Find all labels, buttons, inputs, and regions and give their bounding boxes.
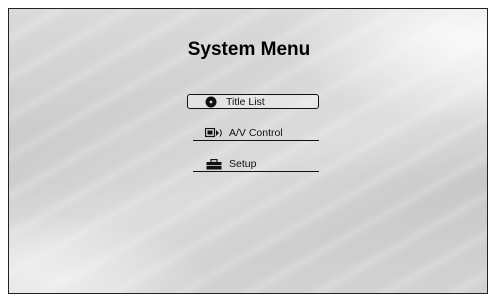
menu-item-title-list[interactable]: Title List [187,94,319,109]
toolbox-icon [203,158,225,170]
disc-icon [200,96,222,108]
av-control-icon [203,127,225,139]
menu-item-setup[interactable]: Setup [193,157,319,172]
page-title: System Menu [187,39,311,60]
menu-item-label: A/V Control [229,127,283,139]
menu-item-av-control[interactable]: A/V Control [193,126,319,141]
menu-item-label: Title List [226,95,265,108]
system-menu-screen: System Menu Title List A/V Control Setup [8,8,488,294]
menu-item-label: Setup [229,158,257,170]
